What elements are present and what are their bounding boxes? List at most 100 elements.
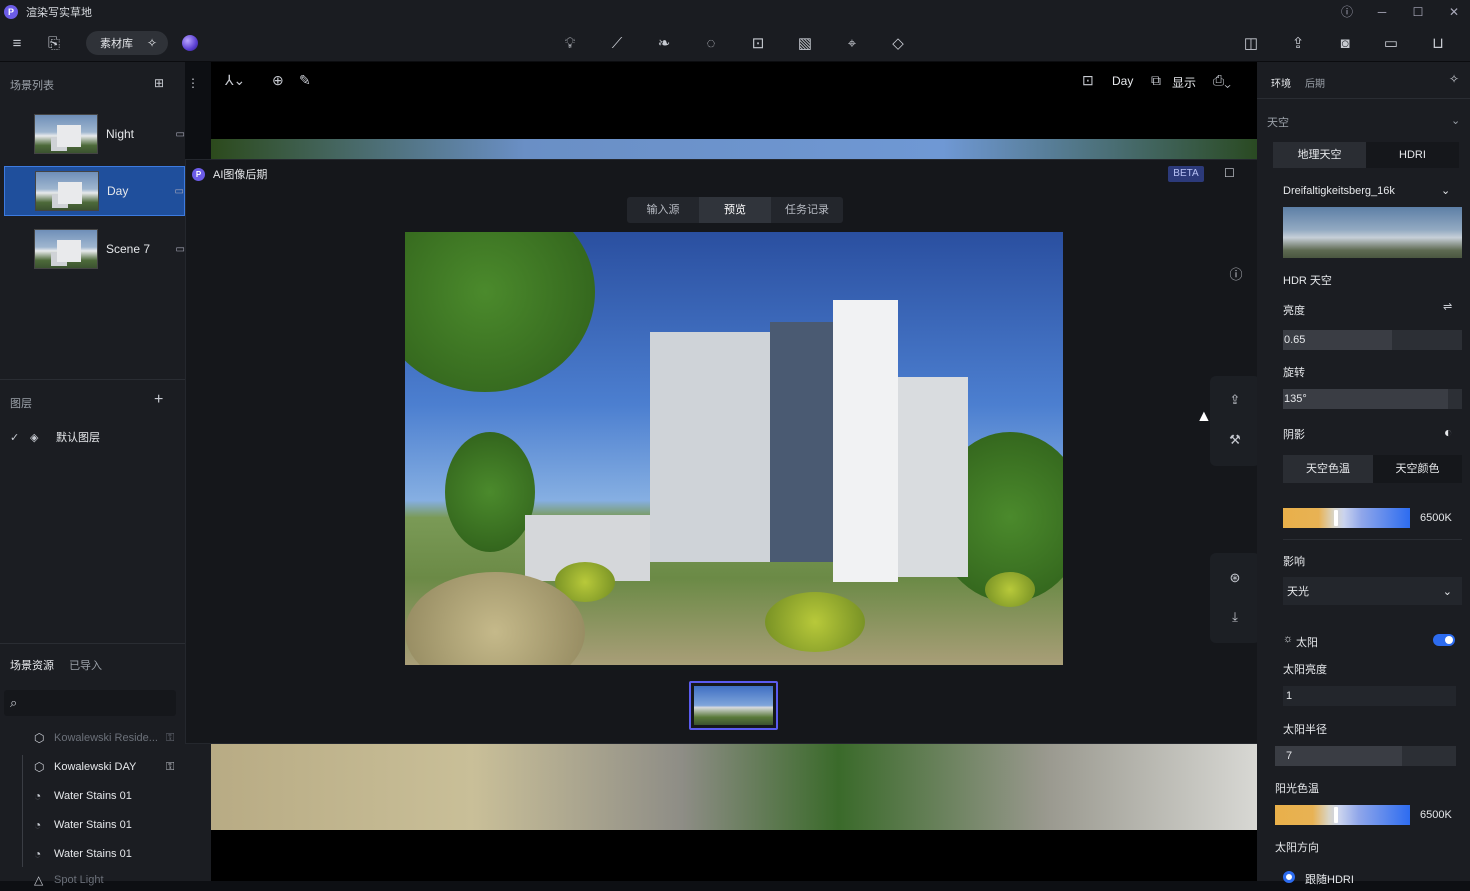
eyedropper-icon[interactable]: ✎: [299, 72, 311, 89]
magic-wand-icon[interactable]: ⚒: [1225, 432, 1245, 448]
sky-temp-value: 6500K: [1420, 512, 1452, 524]
tab-task-history[interactable]: 任务记录: [771, 197, 843, 223]
resource-item[interactable]: ⬡ Kowalewski Reside... ⚿: [34, 727, 174, 749]
sun-toggle[interactable]: [1433, 634, 1455, 646]
scene-resources-panel: 场景资源 已导入 ⌕ ⬡ Kowalewski Reside... ⚿ ⬡ Ko…: [0, 643, 211, 887]
check-icon[interactable]: ✓: [10, 431, 30, 444]
hdri-name[interactable]: Dreifaltigkeitsberg_16k: [1283, 185, 1395, 197]
lock-icon[interactable]: ⚿: [166, 732, 174, 745]
resource-name: Water Stains 01: [54, 790, 132, 802]
scene-item-night[interactable]: Night ▭: [4, 109, 185, 159]
lightbulb-icon[interactable]: 💡︎: [560, 34, 580, 54]
sun-radius-value: 7: [1286, 750, 1293, 762]
material-icon[interactable]: ▧: [795, 34, 815, 54]
chevron-down-icon: ⌄: [1442, 585, 1452, 598]
cursor-icon[interactable]: ⌖: [842, 34, 862, 54]
dialog-title: AI图像后期: [213, 169, 268, 181]
resource-name: Spot Light: [54, 874, 104, 886]
ai-post-process-dialog: P AI图像后期 BETA ☐ ✕ 输入源 预览 任务记录 ⓘ ⇪ ⚒ ⊛ ⤓ …: [185, 159, 1283, 744]
library-button[interactable]: 素材库 ✧: [86, 31, 168, 55]
add-scene-icon[interactable]: ⊞: [154, 76, 164, 90]
layers-icon: ◈: [30, 431, 39, 444]
resource-item[interactable]: ◔ Water Stains 01: [34, 843, 132, 865]
maximize-icon[interactable]: ☐: [1224, 166, 1235, 180]
help-icon[interactable]: ⓘ: [1339, 4, 1355, 20]
video-icon[interactable]: ▭: [1381, 34, 1401, 54]
vr-icon[interactable]: ◫: [1241, 34, 1261, 54]
resource-item[interactable]: ⬡ Kowalewski DAY ⚿: [34, 756, 174, 778]
resource-item[interactable]: ◔ Water Stains 01: [34, 785, 132, 807]
ai-orb-icon[interactable]: [182, 35, 198, 51]
camera-icon[interactable]: ▭: [175, 186, 184, 197]
sun-temp-slider[interactable]: [1275, 805, 1410, 825]
tab-post[interactable]: 后期: [1305, 75, 1325, 90]
color-mix-icon[interactable]: ⊛: [1225, 570, 1245, 586]
layer-name: 默认图层: [56, 432, 100, 444]
resource-search-input[interactable]: ⌕: [4, 690, 176, 716]
camera-rig-icon[interactable]: ⊡: [748, 34, 768, 54]
scene-name: Scene 7: [106, 242, 151, 256]
viewport-scene-label[interactable]: Day: [1112, 74, 1133, 88]
camera-icon[interactable]: ▭: [176, 129, 185, 140]
sky-mode-geo[interactable]: 地理天空: [1273, 142, 1366, 168]
influence-dropdown[interactable]: 天光 ⌄: [1283, 577, 1462, 605]
close-button[interactable]: ✕: [1446, 4, 1462, 20]
chevron-down-icon[interactable]: ⌄: [1451, 114, 1460, 127]
terrain-icon[interactable]: ◇: [888, 34, 908, 54]
leaf-icon[interactable]: ❧: [654, 34, 674, 54]
layer-item[interactable]: ✓ ◈ 默认图层: [10, 429, 100, 445]
brightness-slider[interactable]: [1283, 330, 1462, 350]
camera-icon[interactable]: ▭: [176, 244, 185, 255]
menu-icon[interactable]: ≡: [7, 34, 27, 54]
export-icon[interactable]: ⇪: [1288, 34, 1308, 54]
sky-color-temp-mode[interactable]: 天空色温: [1283, 455, 1373, 483]
import-file-icon[interactable]: ⎘: [44, 34, 64, 54]
path-icon[interactable]: ⟋: [607, 34, 627, 54]
render-settings-icon[interactable]: ⎙⌄: [1213, 72, 1231, 89]
resource-name: Water Stains 01: [54, 819, 132, 831]
transform-icon[interactable]: ⅄⌄: [225, 72, 245, 89]
sun-radius-slider[interactable]: [1275, 746, 1456, 766]
globe-icon[interactable]: ⊕: [272, 72, 284, 89]
more-icon[interactable]: ⋮: [187, 76, 199, 90]
result-thumbnail[interactable]: [689, 681, 778, 730]
display-icon[interactable]: ⧉: [1151, 72, 1161, 89]
fire-icon[interactable]: ◌: [701, 34, 721, 54]
lock-icon[interactable]: ⚿: [166, 761, 174, 774]
info-icon[interactable]: ⓘ: [1226, 264, 1246, 283]
resource-item[interactable]: △ Spot Light: [34, 869, 104, 891]
tab-imported[interactable]: 已导入: [69, 660, 102, 672]
mouse-cursor-icon: ▲: [1196, 408, 1212, 425]
edit-tools-card: ⇪ ⚒: [1210, 376, 1260, 466]
tab-preview[interactable]: 预览: [699, 197, 771, 223]
preview-image: [405, 232, 1063, 665]
sky-color-mode[interactable]: 天空颜色: [1373, 455, 1462, 483]
sky-temp-slider[interactable]: [1283, 508, 1410, 528]
follow-hdri-radio[interactable]: [1283, 871, 1295, 883]
add-layer-icon[interactable]: +: [154, 391, 163, 409]
download-icon[interactable]: ⤓: [1225, 609, 1245, 625]
tab-scene-resources[interactable]: 场景资源: [10, 660, 54, 672]
scene-item-scene7[interactable]: Scene 7 ▭: [4, 224, 185, 274]
camera-icon[interactable]: ◙: [1335, 34, 1355, 54]
share-edit-icon[interactable]: ⇪: [1225, 392, 1245, 408]
sky-mode-hdri[interactable]: HDRI: [1366, 142, 1459, 168]
minimize-button[interactable]: ─: [1374, 4, 1390, 20]
display-label[interactable]: 显示: [1172, 74, 1196, 91]
rotation-slider[interactable]: [1283, 389, 1462, 409]
resource-item[interactable]: ◔ Water Stains 01: [34, 814, 132, 836]
brightness-label: 亮度: [1283, 305, 1305, 317]
ai-sparkle-icon[interactable]: ✧: [1449, 72, 1459, 86]
tab-environment[interactable]: 环境: [1271, 75, 1291, 90]
maximize-button[interactable]: ☐: [1410, 4, 1426, 20]
search-icon: ⌕: [10, 695, 18, 710]
focus-icon[interactable]: ⊡: [1082, 72, 1094, 89]
sun-brightness-slider[interactable]: [1283, 686, 1456, 706]
inbox-icon[interactable]: ⊔: [1428, 34, 1448, 54]
contrast-icon[interactable]: ◐: [1444, 424, 1452, 440]
chevron-down-icon[interactable]: ⌄: [1441, 184, 1450, 197]
scene-item-day[interactable]: Day ▭: [4, 166, 185, 216]
adjust-icon[interactable]: ⇌: [1443, 300, 1452, 313]
hdri-preview-image[interactable]: [1283, 207, 1462, 258]
tab-input-source[interactable]: 输入源: [627, 197, 699, 223]
